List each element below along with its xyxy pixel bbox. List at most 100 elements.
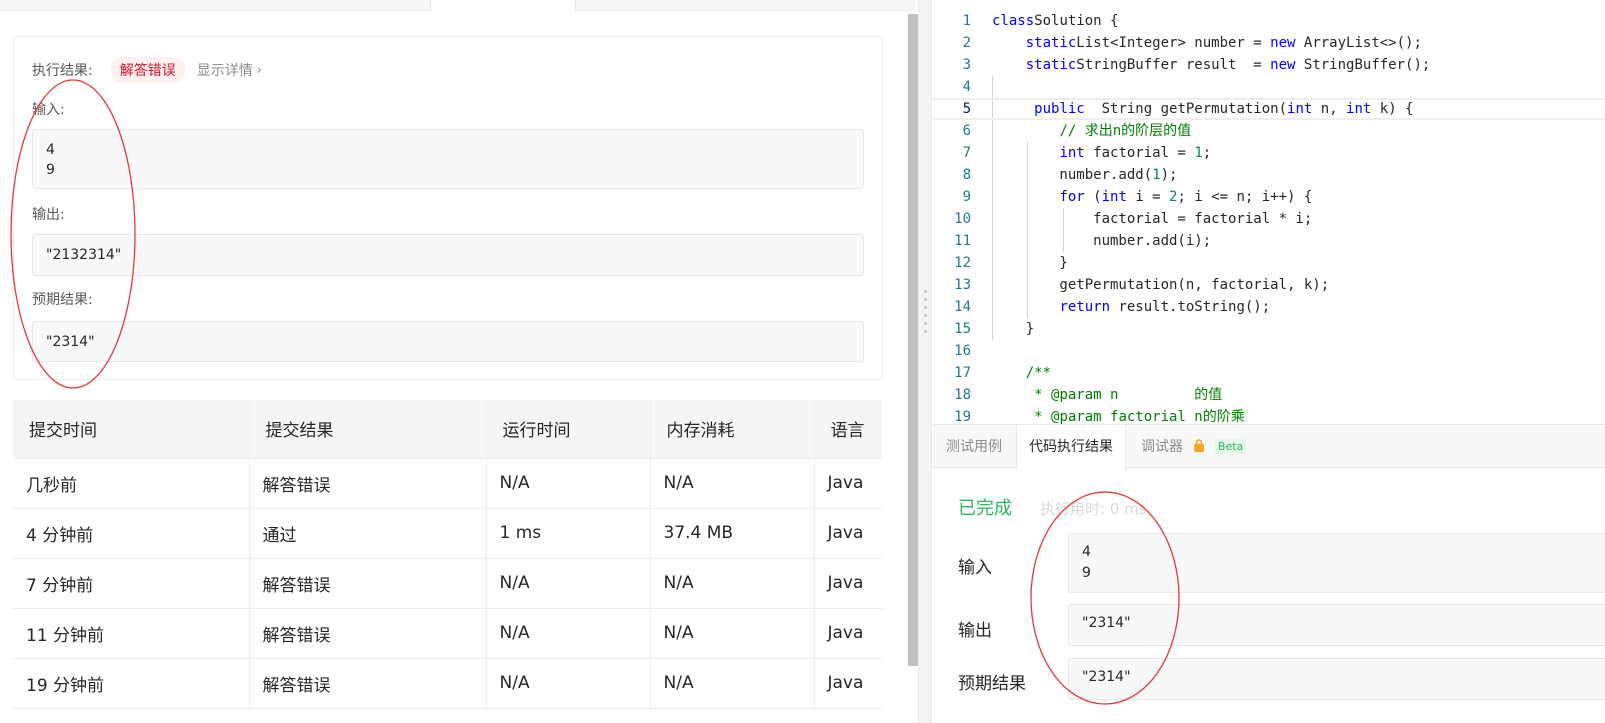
code-keyword: int — [1059, 145, 1085, 161]
cell-result[interactable]: 解答错误 — [249, 458, 487, 509]
code-line[interactable]: 4 — [933, 76, 1605, 98]
line-number: 15 — [954, 321, 971, 337]
code-text: classSolution { — [992, 10, 1118, 32]
tab-debugger-label: 调试器 — [1141, 439, 1183, 455]
line-number: 17 — [954, 365, 971, 381]
cell-time: 4 分钟前 — [13, 508, 250, 559]
column-header-memory[interactable]: 内存消耗 — [650, 400, 815, 459]
code-token: number.add(i); — [992, 233, 1212, 249]
cell-result[interactable]: 解答错误 — [249, 608, 487, 659]
code-token: String getPermutation( — [1084, 101, 1288, 117]
table-row[interactable]: 11 分钟前 解答错误 N/A N/A Java — [13, 608, 882, 659]
line-number: 8 — [962, 167, 971, 183]
code-line[interactable]: 11 number.add(i); — [933, 230, 1605, 252]
top-tab-strip — [0, 0, 915, 12]
code-text: * @param n 的值 — [992, 384, 1222, 406]
code-token: factorial = — [1084, 145, 1195, 161]
cell-memory: N/A — [650, 658, 815, 709]
code-line[interactable]: 15 } — [933, 318, 1605, 340]
line-number: 13 — [954, 277, 971, 293]
expected-value-box: "2314" — [32, 321, 864, 362]
code-line[interactable]: 8 number.add(1); — [933, 164, 1605, 186]
column-header-time[interactable]: 提交时间 — [13, 400, 250, 459]
code-line[interactable]: 3 staticStringBuffer result = new String… — [933, 54, 1605, 76]
line-number: 7 — [962, 145, 971, 161]
code-line[interactable]: 9 for (int i = 2; i <= n; i++) { — [933, 186, 1605, 208]
line-number: 11 — [954, 233, 971, 249]
panel-splitter[interactable] — [918, 0, 932, 723]
code-editor[interactable]: 1 classSolution {2 staticList<Integer> nu… — [933, 10, 1605, 424]
column-header-runtime[interactable]: 运行时间 — [486, 400, 651, 459]
code-token: } — [992, 321, 1035, 337]
cell-runtime: N/A — [486, 458, 651, 509]
code-text: number.add(i); — [992, 230, 1211, 252]
line-number: 9 — [962, 189, 971, 205]
code-keyword: for — [1059, 189, 1085, 205]
code-line[interactable]: 13 getPermutation(n, factorial, k); — [933, 274, 1605, 296]
code-line[interactable]: 19 * @param factorial n的阶乘 — [933, 406, 1605, 424]
code-keyword: class — [992, 13, 1035, 29]
beta-badge: Beta — [1214, 439, 1247, 455]
code-token: ( — [1084, 189, 1102, 205]
input-label: 输入: — [32, 102, 65, 118]
cell-result[interactable]: 解答错误 — [249, 558, 487, 609]
code-line[interactable]: 18 * @param n 的值 — [933, 384, 1605, 406]
code-token: Solution { — [1034, 13, 1119, 29]
cell-language: Java — [814, 658, 882, 709]
code-keyword: return — [1059, 299, 1111, 315]
code-line[interactable]: 10 factorial = factorial * i; — [933, 208, 1605, 230]
code-keyword: static — [1025, 35, 1077, 51]
code-line[interactable]: 7 int factorial = 1; — [933, 142, 1605, 164]
chevron-right-icon: › — [256, 62, 262, 78]
code-line[interactable]: 1 classSolution { — [933, 10, 1605, 32]
console-input-line: 4 — [1082, 544, 1091, 560]
line-number: 5 — [962, 101, 971, 117]
cell-time: 19 分钟前 — [13, 658, 250, 709]
column-header-language[interactable]: 语言 — [814, 400, 882, 459]
code-token: number.add( — [992, 167, 1153, 183]
table-row[interactable]: 19 分钟前 解答错误 N/A N/A Java — [13, 658, 882, 709]
table-row[interactable]: 几秒前 解答错误 N/A N/A Java — [13, 458, 882, 509]
splitter-grip-icon — [924, 290, 927, 342]
code-line[interactable]: 14 return result.toString(); — [933, 296, 1605, 318]
tab-debugger[interactable]: 调试器 Beta — [1141, 425, 1247, 469]
code-text: public String getPermutation(int n, int … — [992, 100, 1413, 118]
code-token: List<Integer> number = — [1076, 35, 1271, 51]
code-line[interactable]: 17 /** — [933, 362, 1605, 384]
left-panel-scrollbar[interactable] — [908, 14, 918, 666]
code-comment: /** — [1025, 365, 1052, 381]
code-token: getPermutation(n, factorial, k); — [992, 277, 1330, 293]
column-header-result[interactable]: 提交结果 — [249, 400, 487, 459]
table-row[interactable]: 7 分钟前 解答错误 N/A N/A Java — [13, 558, 882, 609]
submission-result-card: 执行结果: 解答错误 显示详情 › 输入: 4 9 输出: "2132314" … — [13, 36, 883, 380]
code-token: result.toString(); — [1110, 299, 1271, 315]
code-line[interactable]: 12 } — [933, 252, 1605, 274]
code-line[interactable]: 6 // 求出n的阶层的值 — [933, 120, 1605, 142]
console-output-label: 输出 — [958, 621, 992, 641]
code-line[interactable]: 2 staticList<Integer> number = new Array… — [933, 32, 1605, 54]
show-details-link[interactable]: 显示详情 › — [197, 60, 262, 80]
input-line: 9 — [46, 162, 55, 178]
tab-run-result[interactable]: 代码执行结果 — [1016, 425, 1126, 470]
cell-result[interactable]: 解答错误 — [249, 658, 487, 709]
cell-runtime: 1 ms — [486, 508, 651, 559]
cell-runtime: N/A — [486, 658, 651, 709]
code-line[interactable]: 16 — [933, 340, 1605, 362]
cell-language: Java — [814, 508, 882, 559]
table-row[interactable]: 4 分钟前 通过 1 ms 37.4 MB Java — [13, 508, 882, 559]
code-text: factorial = factorial * i; — [992, 208, 1312, 230]
code-keyword: new — [1270, 35, 1296, 51]
code-text: } — [992, 318, 1034, 340]
active-top-tab[interactable] — [430, 0, 576, 12]
output-label: 输出: — [32, 207, 65, 223]
code-text: staticList<Integer> number = new ArrayLi… — [992, 32, 1422, 54]
console-output-box: "2314" — [1068, 604, 1605, 646]
cell-language: Java — [814, 558, 882, 609]
code-text: } — [992, 252, 1067, 274]
cell-result[interactable]: 通过 — [249, 508, 487, 559]
show-details-label: 显示详情 — [196, 63, 253, 79]
tab-testcases[interactable]: 测试用例 — [946, 425, 1002, 469]
code-line[interactable]: 5 public String getPermutation(int n, in… — [933, 98, 1605, 120]
